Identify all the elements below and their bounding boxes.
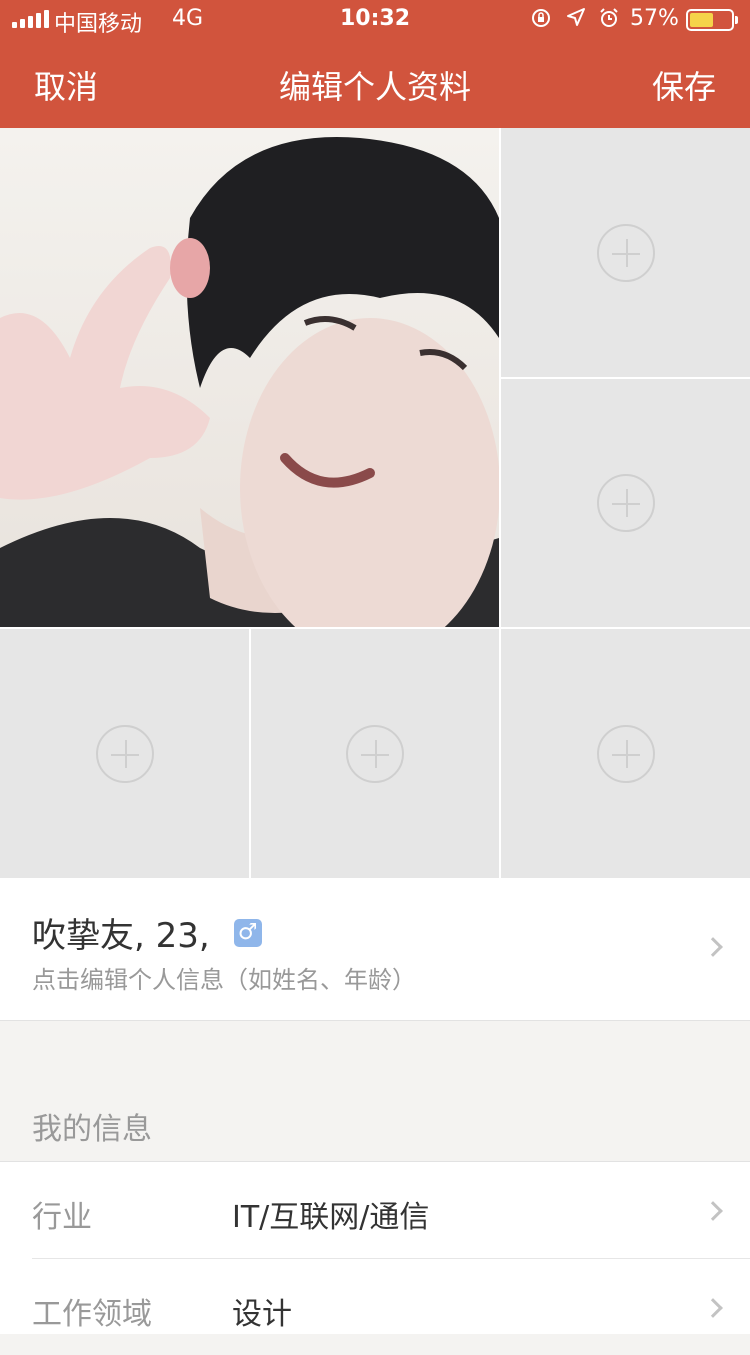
add-photo-slot[interactable]	[501, 128, 750, 377]
battery-level	[690, 13, 713, 27]
info-row-work-field[interactable]: 工作领域 设计	[0, 1259, 750, 1355]
row-label: 行业	[32, 1200, 92, 1235]
header: 中国移动 4G 10:32 57% 取消 编辑个人资料 保存	[0, 0, 750, 128]
user-selfie-photo	[0, 128, 499, 627]
name-age-text: 吹挚友, 23,	[32, 916, 210, 956]
page-title: 编辑个人资料	[278, 68, 471, 106]
profile-edit-row[interactable]: 吹挚友, 23, ♂ 点击编辑个人信息（如姓名、年龄）	[0, 878, 750, 1021]
my-info-list: 行业 IT/互联网/通信 工作领域 设计	[0, 1161, 750, 1334]
add-photo-slot[interactable]	[0, 629, 249, 878]
plus-circle-icon	[95, 724, 154, 783]
row-label: 工作领域	[32, 1297, 152, 1332]
profile-hint-text: 点击编辑个人信息（如姓名、年龄）	[32, 966, 416, 994]
battery-icon	[686, 9, 738, 31]
rotation-lock-icon	[530, 7, 552, 34]
photo-grid	[0, 128, 750, 878]
battery-percent: 57%	[630, 6, 679, 31]
add-photo-slot[interactable]	[501, 629, 750, 878]
row-value: IT/互联网/通信	[232, 1200, 430, 1235]
add-photo-slot[interactable]	[251, 629, 499, 878]
main-photo[interactable]	[0, 128, 499, 627]
section-title-my-info: 我的信息	[32, 1112, 152, 1147]
chevron-right-icon	[703, 937, 723, 957]
plus-circle-icon	[346, 724, 404, 783]
plus-circle-icon	[596, 724, 655, 783]
alarm-icon	[598, 7, 620, 34]
male-gender-icon: ♂	[233, 918, 262, 947]
plus-circle-icon	[596, 474, 655, 532]
plus-circle-icon	[596, 223, 655, 282]
location-icon	[566, 7, 586, 32]
row-value: 设计	[232, 1297, 292, 1332]
chevron-right-icon	[703, 1201, 723, 1221]
save-button[interactable]: 保存	[652, 62, 716, 108]
add-photo-slot[interactable]	[501, 379, 750, 627]
info-row-industry[interactable]: 行业 IT/互联网/通信	[0, 1162, 750, 1259]
name-age-line: 吹挚友, 23, ♂	[32, 908, 262, 957]
chevron-right-icon	[703, 1298, 723, 1318]
status-bar: 中国移动 4G 10:32 57%	[0, 0, 750, 40]
